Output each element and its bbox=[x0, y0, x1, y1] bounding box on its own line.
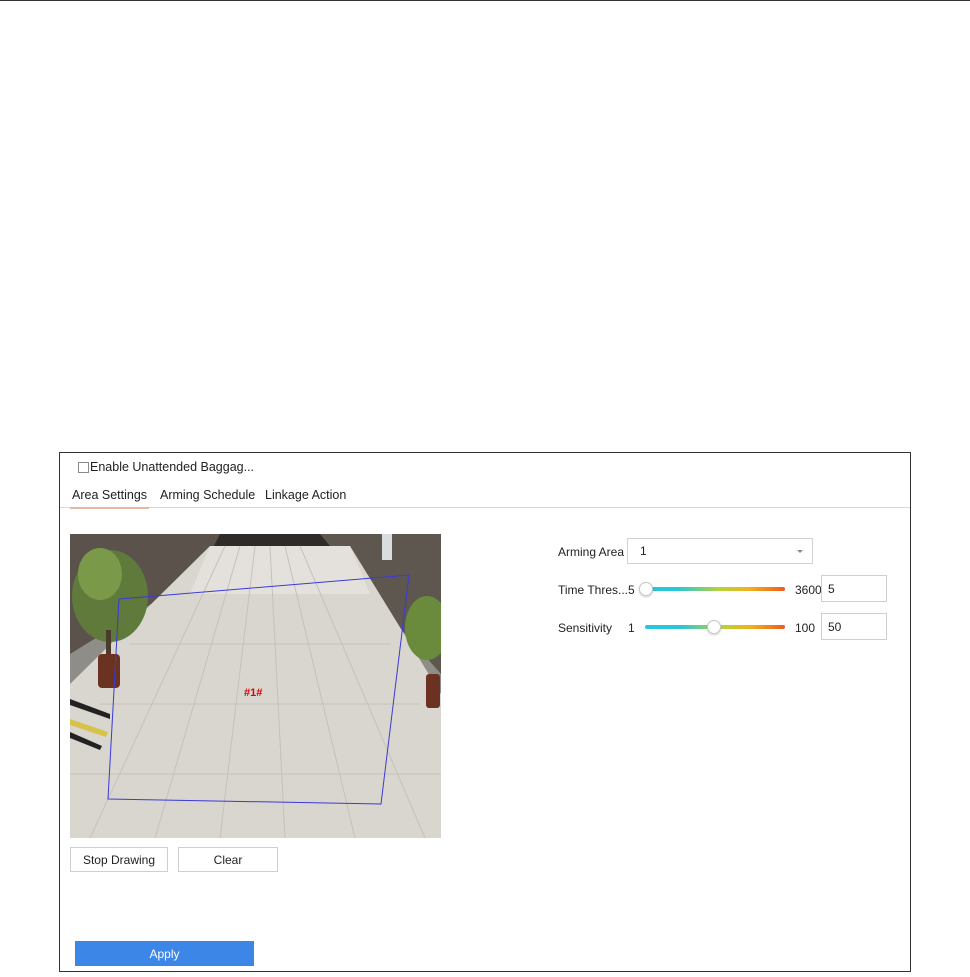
tab-bar: Area Settings Arming Schedule Linkage Ac… bbox=[60, 483, 910, 509]
enable-row: Enable Unattended Baggag... bbox=[78, 459, 254, 475]
sensitivity-min: 1 bbox=[628, 621, 635, 635]
apply-button[interactable]: Apply bbox=[75, 941, 254, 966]
enable-checkbox[interactable] bbox=[78, 461, 89, 473]
detection-region[interactable] bbox=[70, 534, 441, 838]
stop-drawing-button[interactable]: Stop Drawing bbox=[70, 847, 168, 872]
clear-button[interactable]: Clear bbox=[178, 847, 278, 872]
sensitivity-label: Sensitivity bbox=[558, 621, 613, 635]
time-threshold-slider[interactable] bbox=[641, 587, 785, 591]
sensitivity-input[interactable]: 50 bbox=[821, 613, 887, 640]
enable-label: Enable Unattended Baggag... bbox=[90, 460, 255, 474]
time-threshold-min: 5 bbox=[628, 583, 635, 597]
arming-area-value: 1 bbox=[640, 544, 647, 558]
arming-area-label: Arming Area bbox=[558, 545, 625, 559]
tab-linkage-action[interactable]: Linkage Action bbox=[265, 488, 346, 502]
chevron-down-icon bbox=[797, 550, 803, 553]
tab-arming-schedule[interactable]: Arming Schedule bbox=[160, 488, 255, 502]
region-label: #1# bbox=[244, 687, 263, 699]
time-threshold-label: Time Thres... bbox=[558, 583, 629, 597]
sensitivity-max: 100 bbox=[795, 621, 816, 635]
sensitivity-handle[interactable] bbox=[707, 620, 721, 634]
arming-area-select[interactable]: 1 bbox=[627, 538, 813, 564]
tab-area-settings[interactable]: Area Settings bbox=[69, 488, 150, 509]
time-threshold-handle[interactable] bbox=[639, 582, 653, 596]
time-threshold-max: 3600 bbox=[795, 583, 822, 597]
camera-preview[interactable]: #1# bbox=[70, 534, 441, 838]
top-rule bbox=[0, 0, 970, 1]
time-threshold-input[interactable]: 5 bbox=[821, 575, 887, 602]
settings-panel: Enable Unattended Baggag... Area Setting… bbox=[59, 452, 911, 972]
